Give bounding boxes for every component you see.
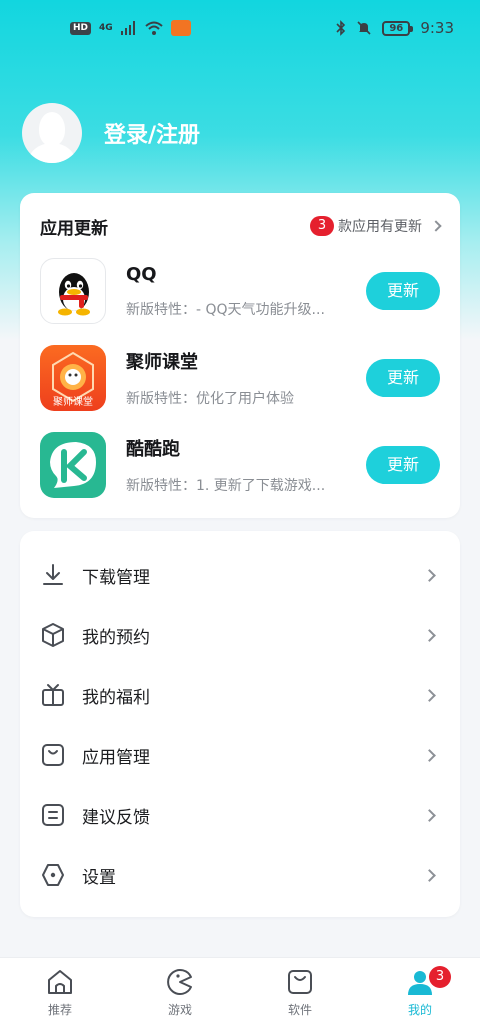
battery-indicator: 96 — [382, 20, 414, 36]
cube-icon — [42, 623, 64, 647]
app-manage-icon — [42, 744, 64, 766]
menu-label: 我的预约 — [82, 627, 150, 648]
menu-item-download-manage[interactable]: 下载管理 — [40, 545, 440, 605]
app-updates-header: 应用更新 3 款应用有更新 — [40, 211, 442, 241]
app-info: 酷酷跑 新版特性：1. 更新了下载游戏... — [126, 435, 366, 495]
tab-games[interactable]: 游戏 — [120, 958, 240, 1026]
menu-label: 我的福利 — [82, 687, 150, 708]
menu-label: 应用管理 — [82, 747, 150, 768]
chevron-right-icon — [423, 808, 436, 822]
bluetooth-icon — [336, 20, 346, 36]
status-right: 96 9:33 — [336, 19, 454, 37]
notification-app-icon — [170, 20, 191, 36]
app-name: 聚师课堂 — [126, 352, 198, 373]
kukupao-icon — [40, 432, 106, 498]
network-type: 4G — [99, 22, 113, 33]
app-name: QQ — [126, 263, 157, 285]
menu-item-settings[interactable]: 设置 — [40, 845, 440, 905]
qq-icon — [40, 258, 106, 324]
mute-bell-icon — [357, 21, 371, 35]
clock: 9:33 — [420, 19, 454, 37]
wifi-icon — [145, 21, 163, 35]
menu-label: 下载管理 — [82, 567, 150, 588]
signal-icon — [120, 21, 135, 35]
status-bar: HD 4G 96 9:33 — [0, 0, 480, 56]
feedback-icon — [42, 804, 64, 826]
bag-icon — [288, 970, 312, 994]
login-register-link[interactable]: 登录/注册 — [104, 117, 200, 149]
app-updates-title: 应用更新 — [40, 218, 108, 239]
settings-icon — [42, 864, 64, 886]
app-name: 酷酷跑 — [126, 439, 180, 460]
tab-software[interactable]: 软件 — [240, 958, 360, 1026]
bottom-tab-bar: 推荐 游戏 软件 我的 3 — [0, 957, 480, 1026]
chevron-right-icon — [430, 220, 442, 232]
update-count-text: 款应用有更新 — [338, 219, 422, 235]
app-update-row[interactable]: QQ 新版特性：- QQ天气功能升级... 更新 — [40, 257, 440, 325]
app-update-row[interactable]: 聚师课堂 聚师课堂 新版特性：优化了用户体验 更新 — [40, 344, 440, 412]
update-count-badge: 3 — [310, 216, 334, 236]
chevron-right-icon — [423, 868, 436, 882]
tab-label: 软件 — [287, 1003, 312, 1017]
tab-label: 我的 — [407, 1003, 432, 1017]
app-info: QQ 新版特性：- QQ天气功能升级... — [126, 264, 366, 319]
menu-label: 设置 — [82, 867, 116, 888]
hd-tag: HD — [70, 21, 92, 35]
menu-item-reservations[interactable]: 我的预约 — [40, 605, 440, 665]
menu-card: 下载管理 我的预约 我的福利 应用管理 建议反馈 设置 — [20, 531, 460, 917]
app-description: 新版特性：- QQ天气功能升级... — [126, 301, 325, 318]
download-icon — [43, 564, 63, 585]
chevron-right-icon — [423, 568, 436, 582]
app-update-row[interactable]: 酷酷跑 新版特性：1. 更新了下载游戏... 更新 — [40, 431, 440, 499]
update-count-link[interactable]: 3 款应用有更新 — [310, 216, 442, 236]
app-description: 新版特性：1. 更新了下载游戏... — [126, 478, 326, 494]
menu-item-app-manage[interactable]: 应用管理 — [40, 725, 440, 785]
home-icon — [48, 970, 72, 994]
chevron-right-icon — [423, 628, 436, 642]
app-updates-card: 应用更新 3 款应用有更新 QQ 新版特性：- QQ天气功能升级... 更新 聚… — [20, 193, 460, 518]
jushi-icon-caption: 聚师课堂 — [53, 397, 93, 408]
tab-mine[interactable]: 我的 3 — [360, 958, 480, 1026]
menu-item-benefits[interactable]: 我的福利 — [40, 665, 440, 725]
gift-icon — [42, 684, 64, 706]
app-info: 聚师课堂 新版特性：优化了用户体验 — [126, 348, 366, 408]
profile-header[interactable]: 登录/注册 — [22, 103, 200, 163]
tab-label: 游戏 — [167, 1003, 192, 1017]
avatar[interactable] — [22, 103, 82, 163]
jushi-ketang-icon: 聚师课堂 — [40, 345, 106, 411]
menu-item-feedback[interactable]: 建议反馈 — [40, 785, 440, 845]
chevron-right-icon — [423, 748, 436, 762]
chevron-right-icon — [423, 688, 436, 702]
update-button[interactable]: 更新 — [366, 359, 440, 397]
update-button[interactable]: 更新 — [366, 272, 440, 310]
game-icon — [167, 969, 192, 995]
update-button[interactable]: 更新 — [366, 446, 440, 484]
tab-recommend[interactable]: 推荐 — [0, 958, 120, 1026]
app-description: 新版特性：优化了用户体验 — [126, 391, 294, 407]
menu-label: 建议反馈 — [82, 807, 150, 828]
notification-badge: 3 — [429, 966, 451, 988]
tab-label: 推荐 — [47, 1003, 72, 1017]
status-left: HD 4G — [70, 20, 191, 36]
